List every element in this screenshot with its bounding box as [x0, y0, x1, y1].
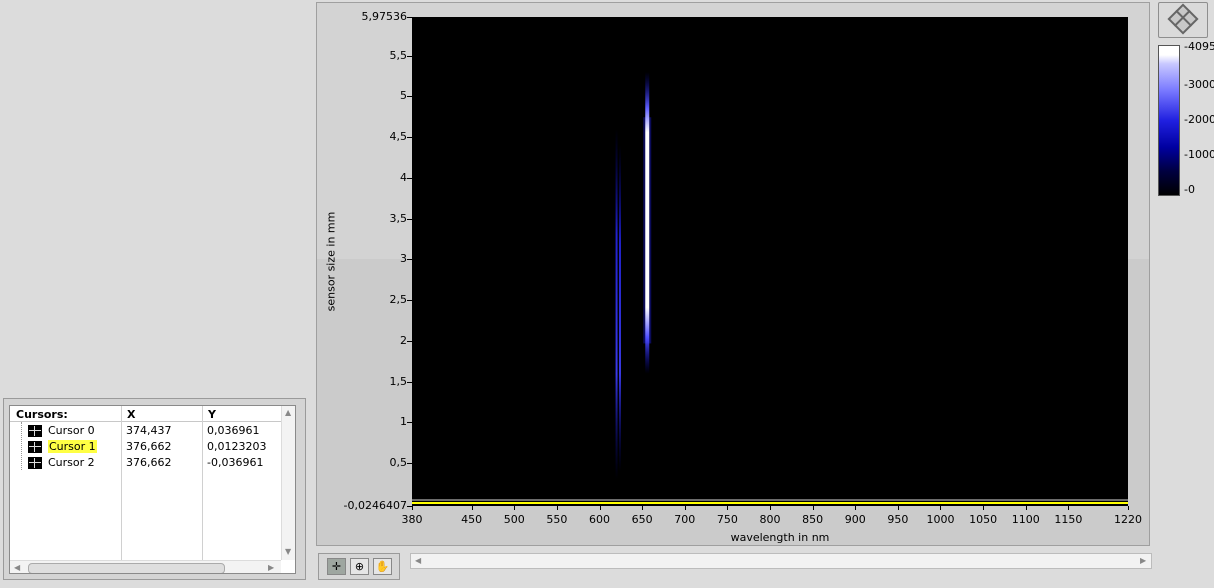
scroll-thumb[interactable]	[28, 563, 225, 573]
color-scale-bar[interactable]	[1158, 45, 1180, 196]
x-tick-label: 550	[546, 513, 568, 526]
x-tick-mark	[727, 506, 728, 510]
x-tick-label: 950	[887, 513, 909, 526]
cursor-y-value[interactable]: -0,036961	[207, 456, 263, 469]
x-tick-mark	[472, 506, 473, 510]
zoom-icon: ⊕	[354, 560, 365, 573]
spectral-band-1	[618, 145, 621, 472]
y-tick-label: 2	[400, 333, 407, 347]
x-tick-mark	[1068, 506, 1069, 510]
cursor-y-value[interactable]: 0,0123203	[207, 440, 267, 453]
x-tick-mark	[685, 506, 686, 510]
x-tick-mark	[1026, 506, 1027, 510]
y-tick-label: 1	[400, 415, 407, 429]
x-tick-label: 650	[631, 513, 653, 526]
graph-horizontal-scrollbar[interactable]: ◀ ▶	[410, 553, 1152, 569]
x-tick-label: 1000	[926, 513, 955, 526]
scroll-right-icon[interactable]: ▶	[1140, 556, 1146, 566]
cursor-crosshair-icon	[28, 457, 42, 469]
y-tick-label: 0,5	[389, 456, 408, 470]
x-tick-label: 900	[844, 513, 866, 526]
y-tick-label: 1,5	[389, 374, 408, 388]
y-tick-label: 4	[400, 170, 407, 184]
cursor-diamond-icon	[1167, 3, 1199, 35]
x-tick-mark	[1128, 506, 1129, 510]
y-tick-label: 5	[400, 89, 407, 103]
cursor-x-value[interactable]: 376,662	[126, 440, 172, 453]
cursor-x-value[interactable]: 374,437	[126, 424, 172, 437]
x-tick-label: 600	[589, 513, 611, 526]
x-tick-label: 1050	[969, 513, 998, 526]
spectral-band-0	[615, 129, 618, 480]
legend-vertical-scrollbar[interactable]: ▲ ▼	[281, 406, 295, 560]
y-tick-label: 3,5	[389, 211, 408, 225]
crosshair-tool-button[interactable]: ✛	[327, 558, 346, 575]
scroll-down-icon[interactable]: ▼	[285, 547, 291, 557]
y-tick-label: 4,5	[389, 130, 408, 144]
x-tick-label: 380	[401, 513, 423, 526]
y-tick-label: 5,5	[389, 48, 408, 62]
color-scale-label: -2000	[1184, 113, 1214, 127]
cursor-crosshair-icon	[28, 425, 42, 437]
x-tick-mark	[600, 506, 601, 510]
color-scale-label: -3000	[1184, 78, 1214, 92]
x-tick-mark	[557, 506, 558, 510]
y-tick-label: -0,0246407	[343, 499, 407, 512]
scroll-right-icon[interactable]: ▶	[268, 563, 274, 573]
header-x: X	[127, 408, 136, 421]
cursor-mode-button[interactable]	[1158, 2, 1208, 38]
intensity-plot[interactable]	[412, 17, 1128, 506]
color-scale-label: -4095	[1184, 40, 1214, 53]
cursor-x-value[interactable]: 376,662	[126, 456, 172, 469]
x-tick-mark	[412, 506, 413, 510]
x-tick-mark	[898, 506, 899, 510]
zoom-tool-button[interactable]: ⊕	[350, 558, 369, 575]
cursor-legend-table[interactable]: Cursors: X Y Cursor 0 374,437 0,036961 C…	[9, 405, 296, 574]
cursor-y-value[interactable]: 0,036961	[207, 424, 260, 437]
scroll-left-icon[interactable]: ◀	[14, 563, 20, 573]
header-divider	[10, 421, 281, 422]
x-tick-label: 750	[716, 513, 738, 526]
cursor-name-selected: Cursor 1	[48, 440, 97, 453]
cursor-name: Cursor 0	[48, 424, 95, 437]
cursor-row-2[interactable]: Cursor 2 376,662 -0,036961	[10, 455, 281, 471]
x-tick-label: 850	[802, 513, 824, 526]
cursor-row-0[interactable]: Cursor 0 374,437 0,036961	[10, 423, 281, 439]
x-tick-label: 1150	[1054, 513, 1083, 526]
x-tick-mark	[642, 506, 643, 510]
x-tick-label: 1220	[1114, 513, 1142, 526]
y-tick-label: 5,97536	[361, 10, 408, 23]
y-tick-label: 3	[400, 252, 407, 266]
header-cursors: Cursors:	[16, 408, 68, 421]
x-tick-mark	[983, 506, 984, 510]
graph-palette: ✛ ⊕ ✋	[318, 553, 400, 580]
x-tick-label: 700	[674, 513, 696, 526]
x-tick-mark	[855, 506, 856, 510]
cursor-crosshair-icon	[28, 441, 42, 453]
x-axis-label: wavelength in nm	[730, 531, 830, 544]
legend-horizontal-scrollbar[interactable]: ◀ ▶	[10, 560, 281, 573]
cursor-name: Cursor 2	[48, 456, 95, 469]
y-tick-label: 2,5	[389, 293, 408, 307]
x-tick-label: 500	[503, 513, 525, 526]
pan-tool-button[interactable]: ✋	[373, 558, 392, 575]
color-scale-label: -0	[1184, 183, 1195, 196]
scroll-left-icon[interactable]: ◀	[415, 556, 421, 566]
x-tick-mark	[770, 506, 771, 510]
header-y: Y	[208, 408, 216, 421]
cursor-row-1[interactable]: Cursor 1 376,662 0,0123203	[10, 439, 281, 455]
x-tick-mark	[514, 506, 515, 510]
x-tick-label: 450	[461, 513, 483, 526]
crosshair-icon: ✛	[331, 560, 342, 573]
color-scale-label: -1000	[1184, 148, 1214, 162]
x-tick-mark	[940, 506, 941, 510]
spectral-bands	[615, 72, 652, 480]
x-tick-label: 800	[759, 513, 781, 526]
x-tick-mark	[813, 506, 814, 510]
x-tick-label: 1100	[1011, 513, 1040, 526]
pan-hand-icon: ✋	[375, 560, 390, 573]
spectral-band-2	[645, 72, 650, 374]
scroll-up-icon[interactable]: ▲	[285, 408, 291, 418]
